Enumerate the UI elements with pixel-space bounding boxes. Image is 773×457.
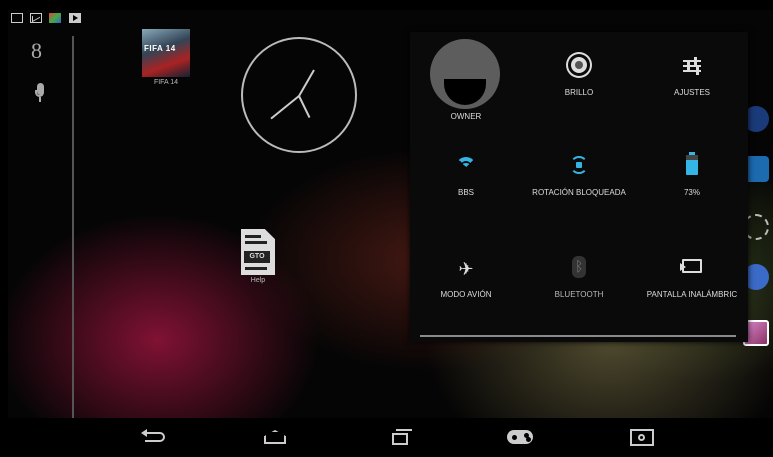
settings-sliders-icon — [683, 57, 701, 75]
app-label: FIFA 14 — [153, 79, 179, 86]
app-fifa14[interactable]: FIFA 14 FIFA 14 — [136, 29, 196, 86]
tile-wireless-display[interactable]: PANTALLA INALÁMBRIC — [636, 229, 748, 317]
search-bar: 8 — [8, 36, 74, 418]
app-label: Help — [250, 277, 266, 284]
back-button-icon[interactable] — [139, 426, 173, 448]
home-button-icon[interactable] — [259, 426, 293, 448]
tile-label: ROTACIÓN BLOQUEADA — [532, 188, 626, 197]
tile-label: AJUSTES — [673, 88, 710, 97]
tile-label: BRILLO — [564, 88, 594, 97]
tile-label: MODO AVIÓN — [440, 290, 492, 299]
google-search-icon[interactable]: 8 — [31, 38, 42, 64]
gmail-notification-icon — [30, 13, 42, 23]
wifi-icon — [456, 157, 476, 177]
tile-bluetooth[interactable]: BLUETOOTH — [523, 229, 635, 317]
tile-owner[interactable]: OWNER — [410, 32, 522, 121]
bluetooth-icon — [572, 256, 586, 278]
tile-settings[interactable]: AJUSTES — [636, 32, 748, 120]
tile-label: 73% — [683, 188, 700, 197]
home-screen: 8 FIFA 14 FIFA 14 GTO Help OWNER BRILLO … — [8, 10, 773, 457]
fifa14-app-icon: FIFA 14 — [142, 29, 190, 77]
user-avatar-icon — [430, 39, 500, 109]
tile-brightness[interactable]: BRILLO — [523, 32, 635, 120]
tile-label: PANTALLA INALÁMBRIC — [646, 290, 738, 299]
image-notification-icon — [11, 13, 23, 23]
game-notification-icon — [49, 13, 61, 23]
recent-apps-button-icon[interactable] — [384, 426, 418, 448]
navigation-bar — [8, 418, 773, 457]
clock-minute-hand — [298, 69, 315, 97]
status-bar[interactable] — [8, 10, 773, 26]
app-help[interactable]: GTO Help — [230, 229, 286, 284]
analog-clock-widget[interactable] — [241, 37, 357, 153]
clock-hour-hand — [270, 95, 300, 120]
cast-screen-icon — [680, 259, 702, 273]
tile-battery[interactable]: 73% — [636, 127, 748, 215]
tile-label: OWNER — [450, 112, 482, 121]
brightness-icon — [571, 57, 587, 73]
help-doc-icon: GTO — [241, 229, 275, 275]
gamepad-icon[interactable] — [503, 426, 537, 448]
tile-rotation[interactable]: ROTACIÓN BLOQUEADA — [523, 127, 635, 215]
tile-wifi[interactable]: BBS — [410, 127, 522, 215]
screenshot-camera-icon[interactable] — [626, 426, 660, 448]
rotation-lock-icon — [570, 156, 588, 174]
tile-label: BLUETOOTH — [554, 290, 604, 299]
tile-label: BBS — [457, 188, 474, 197]
quick-settings-panel: OWNER BRILLO AJUSTES BBS ROTACIÓN BLOQUE… — [410, 32, 748, 342]
battery-icon — [686, 152, 698, 175]
clock-minute-hand-tail — [298, 95, 311, 119]
tile-airplane-mode[interactable]: ✈ MODO AVIÓN — [410, 229, 522, 317]
microphone-icon[interactable] — [35, 83, 45, 108]
panel-drag-handle[interactable] — [420, 335, 736, 337]
video-notification-icon — [69, 13, 81, 23]
airplane-icon: ✈ — [458, 259, 474, 279]
